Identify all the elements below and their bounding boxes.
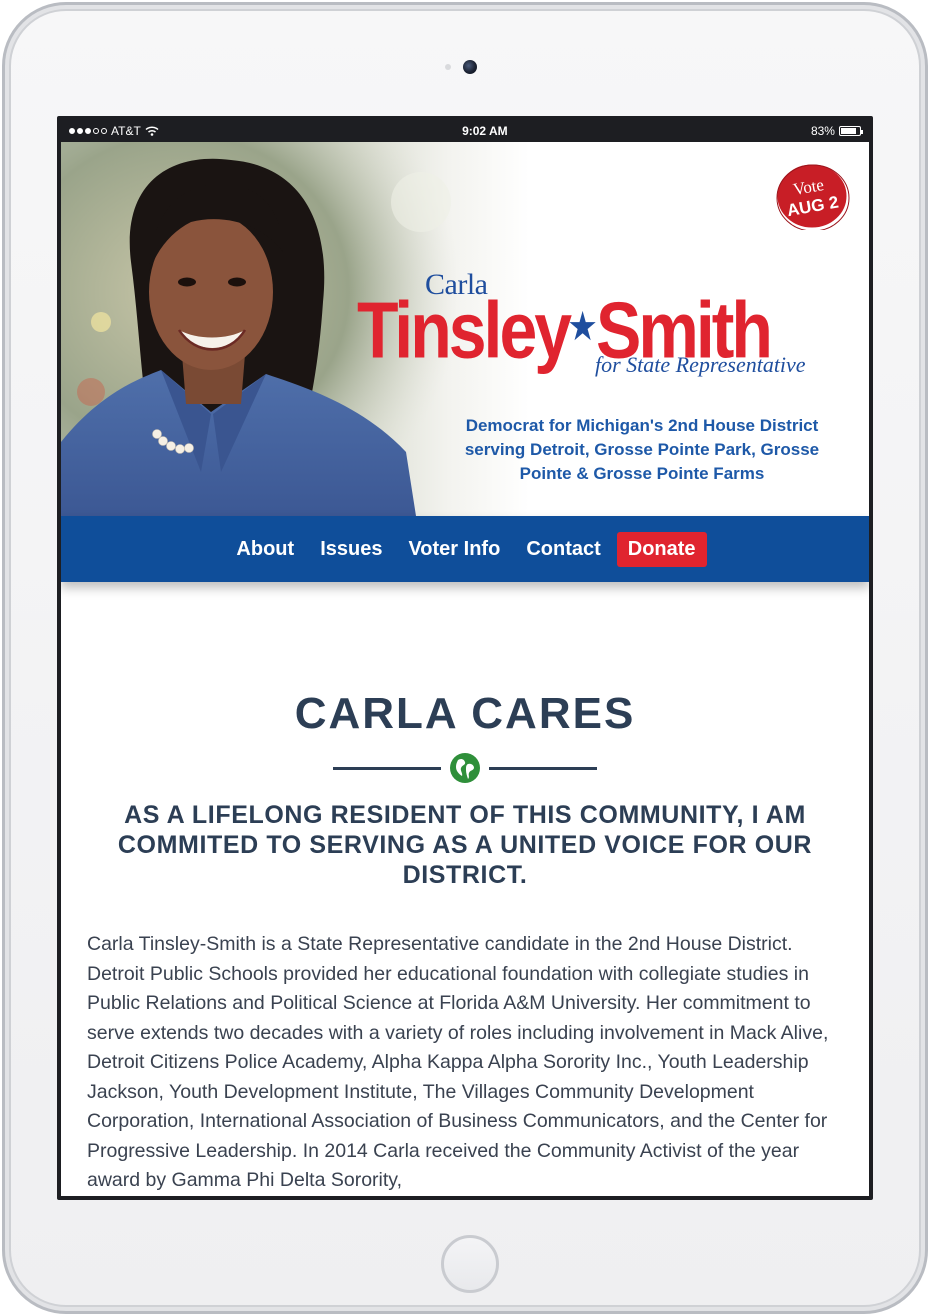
globe-icon — [450, 753, 480, 783]
star-icon: ★ — [569, 307, 596, 347]
nav-item-about[interactable]: About — [223, 538, 307, 561]
last-name-part-1: Tinsley — [357, 285, 572, 375]
battery-percent: 83% — [810, 124, 835, 138]
home-button[interactable] — [441, 1235, 499, 1293]
donate-button[interactable]: Donate — [616, 531, 707, 567]
wifi-icon — [145, 126, 159, 136]
status-right: 83% — [810, 124, 863, 138]
clock: 9:02 AM — [462, 124, 508, 138]
nav-item-issues[interactable]: Issues — [307, 538, 395, 561]
title-divider — [87, 752, 843, 784]
divider-line-left — [333, 766, 441, 770]
status-bar: AT&T 9:02 AM 83% — [61, 120, 869, 142]
office-label: for State Representative — [595, 352, 806, 377]
page-title: CARLA CARES — [294, 689, 636, 738]
hero-banner: Vote AUG 2 Carla Tinsley★Smith for State… — [61, 142, 869, 516]
device-screen: AT&T 9:02 AM 83% Vote AUG 2 Carla Tinsle… — [57, 116, 873, 1200]
main-navigation: About Issues Voter Info Contact Donate — [61, 516, 869, 582]
district-tagline: Democrat for Michigan's 2nd House Distri… — [464, 416, 820, 483]
carrier-label: AT&T — [111, 124, 141, 138]
vote-aug-2-badge: Vote AUG 2 — [774, 161, 850, 230]
signal-strength-icon — [69, 128, 107, 134]
nav-item-voter-info[interactable]: Voter Info — [395, 538, 513, 561]
mission-statement: AS A LIFELONG RESIDENT OF THIS COMMUNITY… — [117, 801, 813, 889]
battery-icon — [838, 126, 863, 136]
nav-item-contact[interactable]: Contact — [513, 538, 613, 561]
front-camera — [463, 60, 477, 74]
status-left: AT&T — [69, 124, 159, 138]
biography-paragraph: Carla Tinsley-Smith is a State Represent… — [87, 933, 829, 1191]
browser-viewport[interactable]: AT&T 9:02 AM 83% Vote AUG 2 Carla Tinsle… — [61, 120, 869, 1196]
main-content: CARLA CARES AS A LIFELONG RESIDENT OF TH… — [61, 688, 869, 1196]
proximity-sensor — [445, 64, 451, 70]
divider-line-right — [489, 766, 597, 770]
